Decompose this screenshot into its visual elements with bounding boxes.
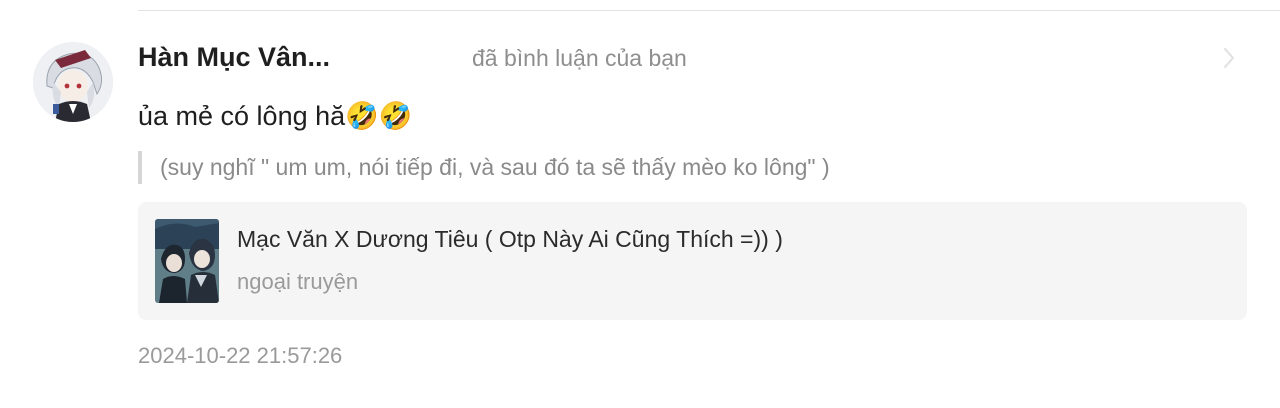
quote-bar [138,150,142,184]
story-subtitle: ngoại truyện [237,269,359,294]
chevron-right-icon[interactable] [1217,45,1241,71]
story-card[interactable]: Mạc Văn X Dương Tiêu ( Otp Này Ai Cũng T… [138,202,1247,320]
timestamp: 2024-10-22 21:57:26 [138,343,343,368]
quoted-text: (suy nghĩ " um um, nói tiếp đi, và sau đ… [160,153,830,180]
notification-action-text: đã bình luận của bạn [472,45,687,71]
story-title[interactable]: Mạc Văn X Dương Tiêu ( Otp Này Ai Cũng T… [237,226,783,253]
avatar-image [33,42,113,122]
story-cover-thumbnail [155,219,219,303]
notification-page: Hàn Mục Vân... đã bình luận của bạn ủa m… [0,0,1280,408]
user-name[interactable]: Hàn Mục Vân... [138,42,330,73]
top-divider [138,10,1280,11]
avatar[interactable] [33,42,113,122]
comment-text: ủa mẻ có lông hă🤣🤣 [138,100,412,132]
comment-emoji: 🤣🤣 [345,101,413,131]
quoted-comment: (suy nghĩ " um um, nói tiếp đi, và sau đ… [138,150,830,184]
comment-body: ủa mẻ có lông hă [138,101,346,131]
